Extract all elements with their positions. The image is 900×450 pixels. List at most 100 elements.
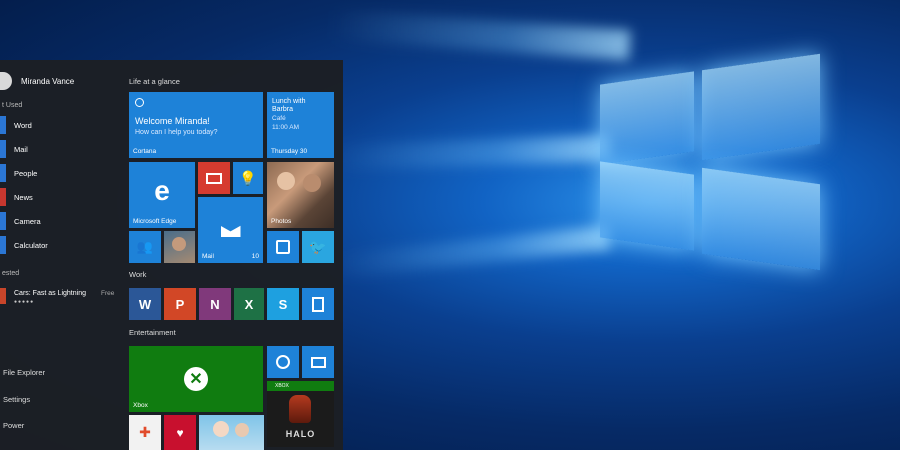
calendar-event-line2: Barbra (272, 106, 294, 113)
tile-label: Cortana (133, 148, 157, 155)
calendar-day: Thursday 30 (271, 148, 308, 155)
file-explorer-link[interactable]: File Explorer (0, 365, 45, 379)
news-icon (0, 188, 6, 206)
app-label: Word (14, 120, 32, 130)
powerpoint-icon: P (175, 296, 185, 312)
app-people[interactable]: People (0, 164, 120, 182)
word-tile[interactable]: W (129, 288, 161, 320)
tips-tile[interactable]: 💡 (233, 162, 263, 194)
cortana-icon (135, 98, 144, 107)
calculator-tile[interactable] (302, 288, 334, 320)
groove-music-icon (276, 355, 290, 369)
movies-tv-tile[interactable] (302, 346, 334, 378)
skype-tile[interactable]: S (267, 288, 299, 320)
news-icon (206, 172, 222, 184)
twitter-tile[interactable]: 🐦 (302, 231, 334, 263)
system-label: File Explorer (3, 367, 46, 377)
store-tile[interactable] (267, 231, 299, 263)
powerpoint-tile[interactable]: P (164, 288, 196, 320)
light-beam-top (329, 9, 631, 61)
halo-logo: HALO (285, 429, 316, 439)
group-life-at-a-glance: Life at a glance (129, 77, 180, 86)
app-label: Mail (14, 144, 28, 154)
mail-icon (0, 140, 6, 158)
start-menu: Miranda Vance t Used Word Mail People Ne… (0, 60, 343, 450)
app-calculator[interactable]: Calculator (0, 236, 120, 254)
group-work: Work (129, 270, 147, 279)
suggested-app-price: Free (101, 290, 115, 297)
clapperboard-icon (310, 356, 326, 368)
calendar-event-time: 11:00 AM (272, 124, 299, 131)
cortana-greeting: Welcome Miranda! (135, 116, 210, 126)
heart-radio-icon: ♥ (176, 425, 184, 440)
groove-music-tile[interactable] (267, 346, 299, 378)
game-tile[interactable]: ✚ (129, 415, 161, 450)
app-mail[interactable]: Mail (0, 140, 120, 158)
photos-tile[interactable]: Photos (267, 162, 334, 228)
excel-tile[interactable]: X (234, 288, 264, 320)
cortana-prompt: How can I help you today? (135, 129, 218, 136)
lightbulb-icon: 💡 (239, 169, 257, 186)
app-label: Camera (14, 216, 41, 226)
system-label: Power (3, 420, 25, 430)
iheartradio-tile[interactable]: ♥ (164, 415, 196, 450)
skype-icon: S (278, 296, 288, 312)
halo-tile[interactable]: XBOX HALO (267, 381, 334, 447)
mail-tile[interactable]: Mail 10 (198, 197, 263, 263)
calendar-event-line1: Lunch with (272, 98, 306, 105)
rating-stars: ●●●●● (14, 299, 35, 305)
calendar-event-location: Café (272, 115, 286, 122)
edge-tile[interactable]: e Microsoft Edge (129, 162, 195, 228)
app-news[interactable]: News (0, 188, 120, 206)
twitter-bird-icon: 🐦 (309, 238, 327, 255)
people-icon: 👥 (136, 239, 154, 254)
suggested-heading: ested (2, 270, 20, 277)
light-beam-bottom (329, 225, 611, 279)
app-camera[interactable]: Camera (0, 212, 120, 230)
news-tile[interactable] (198, 162, 230, 194)
contact-photo-tile[interactable] (164, 231, 195, 263)
suggested-app-name: Cars: Fast as Lightning (14, 290, 86, 297)
user-account[interactable]: Miranda Vance (0, 72, 74, 90)
calculator-icon (312, 296, 324, 312)
word-icon: W (138, 296, 152, 312)
word-icon (0, 116, 6, 134)
excel-icon: X (244, 296, 254, 312)
mail-unread-count: 10 (251, 253, 259, 260)
onenote-icon: N (210, 296, 220, 312)
app-label: Calculator (14, 240, 48, 250)
power-button[interactable]: Power (0, 418, 24, 432)
store-bag-icon (276, 240, 290, 254)
windows-logo (598, 48, 828, 278)
contact-avatar (172, 237, 186, 251)
camera-icon (0, 212, 6, 230)
app-word[interactable]: Word (0, 116, 120, 134)
tile-label: Xbox (133, 402, 148, 409)
spartan-helmet-icon (289, 395, 311, 423)
onenote-tile[interactable]: N (199, 288, 231, 320)
app-label: News (14, 192, 33, 202)
calendar-tile[interactable]: Lunch with Barbra Café 11:00 AM Thursday… (267, 92, 334, 158)
cortana-tile[interactable]: Welcome Miranda! How can I help you toda… (129, 92, 263, 158)
people-icon (0, 164, 6, 182)
edge-icon: e (154, 175, 170, 206)
start-menu-left-column: Miranda Vance t Used Word Mail People Ne… (0, 60, 122, 450)
tile-label: Photos (271, 218, 292, 225)
plus-icon: ✚ (139, 424, 151, 440)
photo-person-2 (303, 174, 321, 192)
character-face (213, 421, 229, 437)
disney-tile[interactable] (199, 415, 264, 450)
people-tile[interactable]: 👥 (129, 231, 161, 263)
most-used-heading: t Used (2, 102, 23, 109)
tile-label: Microsoft Edge (133, 218, 177, 225)
settings-link[interactable]: Settings (0, 392, 30, 406)
tile-label: Mail (202, 253, 214, 260)
xbox-icon: ✕ (184, 367, 208, 391)
xbox-tile[interactable]: ✕ Xbox (129, 346, 263, 412)
character-face (235, 423, 249, 437)
envelope-icon (220, 223, 241, 237)
system-label: Settings (3, 394, 31, 404)
cars-app-icon (0, 288, 6, 304)
photo-person-1 (277, 172, 295, 190)
suggested-app[interactable]: Cars: Fast as Lightning Free ●●●●● (0, 286, 120, 308)
